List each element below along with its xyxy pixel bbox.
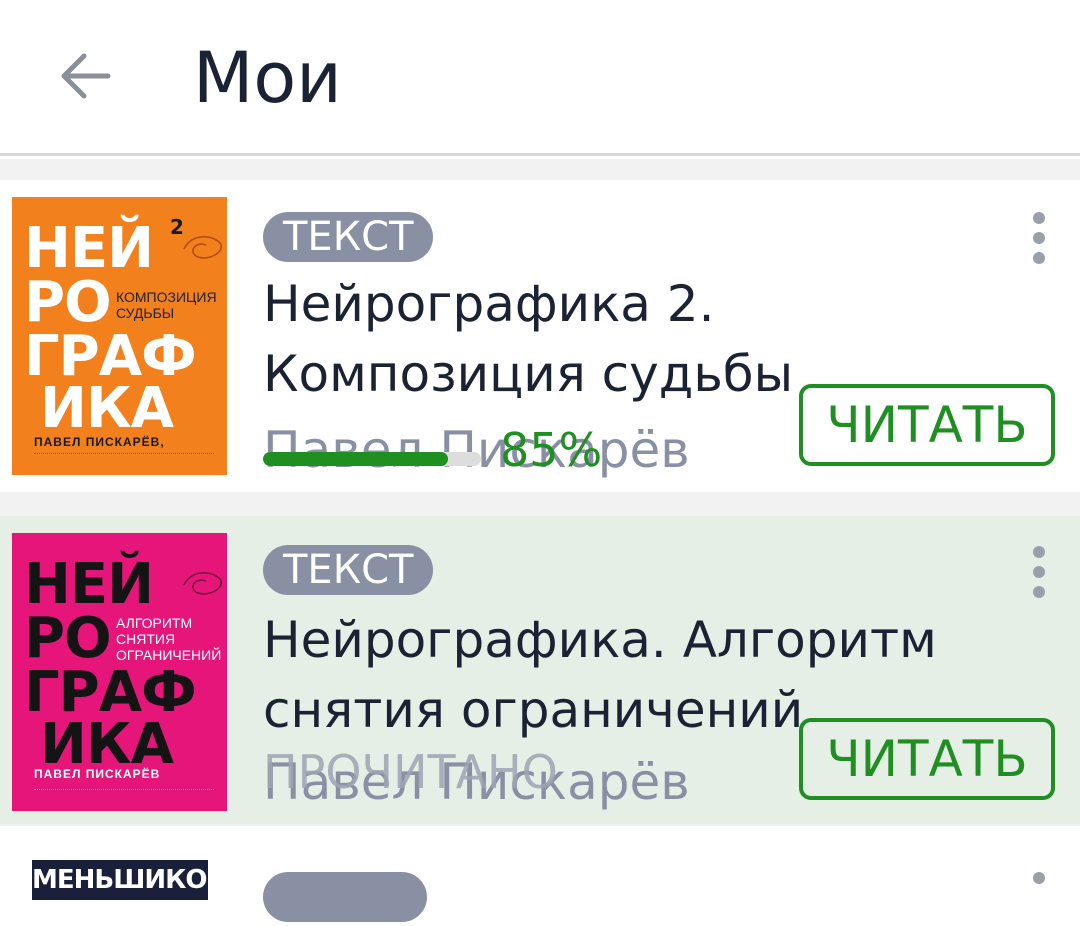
format-badge: ТЕКСТ: [263, 212, 434, 262]
book-card[interactable]: МЕНЬШИКОВА: [0, 826, 1080, 922]
doodle-icon: [183, 572, 223, 595]
cover-text: РО: [24, 270, 112, 335]
book-author: Павел Пискарёв: [263, 421, 690, 479]
reading-progress-bar: [263, 452, 481, 466]
cover-text: НЕЙ: [24, 552, 154, 617]
format-badge: [263, 872, 427, 922]
cover-text: РО: [24, 606, 112, 671]
cover-author: ПАВЕЛ ПИСКАРЁВ: [34, 767, 161, 781]
more-vert-icon[interactable]: [1028, 544, 1050, 600]
page-title: Мои: [193, 37, 342, 119]
book-card[interactable]: НЕЙ 2 РО Композиция судьбы ГРАФ ИКА ПАВЕ…: [0, 180, 1080, 492]
read-button[interactable]: ЧИТАТЬ: [799, 718, 1055, 800]
read-button[interactable]: ЧИТАТЬ: [799, 384, 1055, 466]
cover-fineprint: [34, 453, 214, 455]
read-status-label: ПРОЧИТАНО: [263, 745, 558, 799]
cover-text: ИКА: [40, 376, 174, 441]
cover-text: ИКА: [40, 712, 174, 777]
book-card[interactable]: НЕЙ РО Алгоритм снятия ограничений ГРАФ …: [0, 516, 1080, 824]
cover-subtitle: Композиция судьбы: [116, 289, 217, 321]
doodle-icon: [183, 236, 223, 259]
cover-fineprint: [34, 789, 214, 791]
cover-author: ПАВЕЛ ПИСКАРЁВ,: [34, 435, 165, 449]
more-vert-icon[interactable]: [1028, 870, 1050, 926]
format-badge: ТЕКСТ: [263, 545, 434, 595]
book-cover[interactable]: НЕЙ 2 РО Композиция судьбы ГРАФ ИКА ПАВЕ…: [12, 197, 227, 475]
cover-subtitle: Алгоритм снятия ограничений: [116, 615, 222, 663]
reading-progress-fill: [263, 452, 449, 466]
book-cover[interactable]: МЕНЬШИКОВА: [32, 860, 208, 900]
more-vert-icon[interactable]: [1028, 210, 1050, 266]
reading-progress-label: 85%: [500, 423, 603, 477]
book-cover[interactable]: НЕЙ РО Алгоритм снятия ограничений ГРАФ …: [12, 533, 227, 811]
cover-text: НЕЙ: [24, 216, 154, 281]
app-bar: Мои: [0, 0, 1080, 156]
arrow-left-icon[interactable]: [56, 50, 112, 102]
